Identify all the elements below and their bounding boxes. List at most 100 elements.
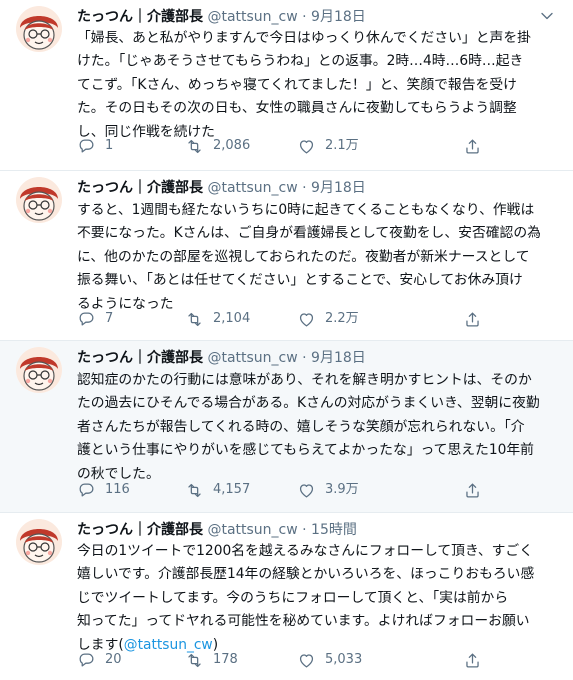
- like-button[interactable]: 5,033: [297, 649, 362, 671]
- separator-dot: ·: [302, 180, 307, 196]
- share-button[interactable]: [463, 479, 482, 501]
- avatar-illustration: [16, 177, 62, 223]
- share-icon: [466, 312, 479, 326]
- retweet-icon: [188, 653, 201, 667]
- share-button[interactable]: [463, 135, 482, 157]
- like-count: 2.1万: [325, 138, 359, 153]
- retweet-button[interactable]: 4,157: [185, 479, 250, 501]
- display-name[interactable]: たっつん｜介護部長: [77, 180, 203, 196]
- user-handle[interactable]: @tattsun_cw: [207, 9, 297, 25]
- user-handle[interactable]: @tattsun_cw: [207, 522, 297, 538]
- tweet-actions: 116 4,157 3.9万: [77, 479, 573, 501]
- separator-dot: ·: [302, 9, 307, 25]
- retweet-button[interactable]: 2,086: [185, 135, 250, 157]
- text-line: 「婦長、あと私がやりますんで今日はゆっくり休んでください」と声を掛: [77, 30, 531, 46]
- like-count: 5,033: [325, 652, 363, 667]
- tweet-text: 「婦長、あと私がやりますんで今日はゆっくり休んでください」と声を掛 けた。「じゃ…: [77, 27, 551, 144]
- text-line: 不要になった。Kさんは、ご自身が看護婦長として夜勤をし、安否確認の為: [77, 225, 541, 242]
- tweet[interactable]: たっつん｜介護部長 @tattsun_cw · 9月18日 「婦長、あと私がやり…: [0, 0, 573, 171]
- separator-dot: ·: [302, 350, 307, 366]
- chevron-down-icon: [541, 12, 553, 20]
- text-line: 嬉しいです。介護部長歴14年の経験とかいろいろを、ほっこりおもろい感: [77, 566, 535, 583]
- share-icon: [466, 139, 479, 153]
- tweet-header: たっつん｜介護部長 @tattsun_cw · 9月18日: [77, 347, 533, 369]
- user-handle[interactable]: @tattsun_cw: [207, 350, 297, 366]
- tweet[interactable]: たっつん｜介護部長 @tattsun_cw · 9月18日 認知症のかたの行動に…: [0, 341, 573, 513]
- like-button[interactable]: 2.2万: [297, 308, 359, 330]
- heart-icon: [299, 139, 314, 153]
- reply-button[interactable]: 20: [77, 649, 122, 671]
- tweet-text: すると、1週間も経たないうちに0時に起きてくることもなくなり、作戦は 不要になっ…: [77, 199, 551, 316]
- timestamp[interactable]: 9月18日: [311, 9, 366, 25]
- tweet[interactable]: たっつん｜介護部長 @tattsun_cw · 15時間 今日の1ツイートで12…: [0, 513, 573, 680]
- like-button[interactable]: 3.9万: [297, 479, 359, 501]
- reply-icon: [79, 483, 94, 497]
- retweet-count: 4,157: [213, 482, 251, 497]
- reply-icon: [79, 653, 94, 667]
- text-line: 者さんたちが報告してくれる時の、嬉しそうな笑顔が忘れられない。「介: [77, 418, 525, 435]
- tweet-actions: 7 2,104 2.2万: [77, 308, 573, 330]
- retweet-icon: [188, 312, 201, 326]
- timestamp[interactable]: 9月18日: [311, 350, 366, 366]
- avatar[interactable]: [16, 519, 62, 565]
- text-line: たの過去にひそんでる場合がある。Kさんの対応がうまくいき、翌朝に夜勤: [77, 395, 540, 412]
- text-line: 護という仕事にやりがいを感じてもらえてよかったな」って思えた10年前: [77, 442, 534, 459]
- text-line: 今日の1ツイートで1200名を越えるみなさんにフォローして頂き、すごく: [77, 543, 534, 559]
- text-line: 振る舞い、「あとは任せてください」とすることで、安心してお休み頂け: [77, 272, 523, 289]
- reply-icon: [79, 312, 94, 326]
- text-line: た。その日もその次の日も、女性の職員さんに夜勤してもらうよう調整: [77, 100, 517, 117]
- avatar[interactable]: [16, 347, 62, 393]
- text-line: に、他のかたの部屋を巡視しておられたのだ。夜勤者が新米ナースとして: [77, 248, 530, 265]
- display-name[interactable]: たっつん｜介護部長: [77, 350, 203, 366]
- retweet-button[interactable]: 2,104: [185, 308, 250, 330]
- tweet-text: 認知症のかたの行動には意味があり、それを解き明かすヒントは、そのか たの過去にひ…: [77, 369, 551, 486]
- timestamp[interactable]: 15時間: [311, 522, 357, 538]
- share-button[interactable]: [463, 649, 482, 671]
- tweet-actions: 1 2,086 2.1万: [77, 135, 573, 157]
- tweet-text: 今日の1ツイートで1200名を越えるみなさんにフォローして頂き、すごく 嬉しいで…: [77, 540, 551, 657]
- reply-button[interactable]: 7: [77, 308, 113, 330]
- retweet-count: 2,104: [213, 311, 251, 326]
- reply-button[interactable]: 1: [77, 135, 113, 157]
- retweet-icon: [188, 483, 201, 497]
- more-options-button[interactable]: [537, 6, 557, 26]
- heart-icon: [299, 312, 314, 326]
- retweet-count: 2,086: [213, 138, 251, 153]
- avatar[interactable]: [16, 6, 62, 52]
- avatar-illustration: [16, 347, 62, 393]
- reply-count: 7: [105, 311, 114, 326]
- heart-icon: [299, 653, 314, 667]
- like-count: 3.9万: [325, 482, 359, 497]
- retweet-count: 178: [213, 652, 238, 667]
- like-count: 2.2万: [325, 311, 359, 326]
- user-handle[interactable]: @tattsun_cw: [207, 180, 297, 196]
- avatar-illustration: [16, 519, 62, 565]
- display-name[interactable]: たっつん｜介護部長: [77, 522, 203, 538]
- retweet-icon: [188, 139, 201, 153]
- reply-icon: [79, 139, 94, 153]
- tweet-header: たっつん｜介護部長 @tattsun_cw · 9月18日: [77, 177, 533, 199]
- share-button[interactable]: [463, 308, 482, 330]
- reply-count: 116: [105, 482, 130, 497]
- text-line: けた。「じゃあそうさせてもらうわね」との返事。2時…4時…6時…起き: [77, 53, 524, 70]
- avatar-illustration: [16, 6, 62, 52]
- text-line: てこず。「Kさん、めっちゃ寝てくれてました！」と、笑顔で報告を受け: [77, 76, 517, 93]
- text-line: すると、1週間も経たないうちに0時に起きてくることもなくなり、作戦は: [77, 202, 535, 218]
- retweet-button[interactable]: 178: [185, 649, 238, 671]
- timestamp[interactable]: 9月18日: [311, 180, 366, 196]
- avatar[interactable]: [16, 177, 62, 223]
- text-line: じでツイートしてます。今のうちにフォローして頂くと、「実は前から: [77, 589, 509, 606]
- tweet-header: たっつん｜介護部長 @tattsun_cw · 15時間: [77, 519, 533, 541]
- heart-icon: [299, 483, 314, 497]
- tweet-header: たっつん｜介護部長 @tattsun_cw · 9月18日: [77, 6, 533, 28]
- display-name[interactable]: たっつん｜介護部長: [77, 9, 203, 25]
- reply-count: 20: [105, 652, 122, 667]
- share-icon: [466, 483, 479, 497]
- text-line: 認知症のかたの行動には意味があり、それを解き明かすヒントは、そのか: [77, 372, 532, 388]
- text-line: 知ってた」ってドヤれる可能性を秘めています。よければフォローお願い: [77, 613, 530, 630]
- reply-button[interactable]: 116: [77, 479, 130, 501]
- like-button[interactable]: 2.1万: [297, 135, 359, 157]
- tweet[interactable]: たっつん｜介護部長 @tattsun_cw · 9月18日 すると、1週間も経た…: [0, 171, 573, 341]
- share-icon: [466, 653, 479, 667]
- tweet-actions: 20 178 5,033: [77, 649, 573, 671]
